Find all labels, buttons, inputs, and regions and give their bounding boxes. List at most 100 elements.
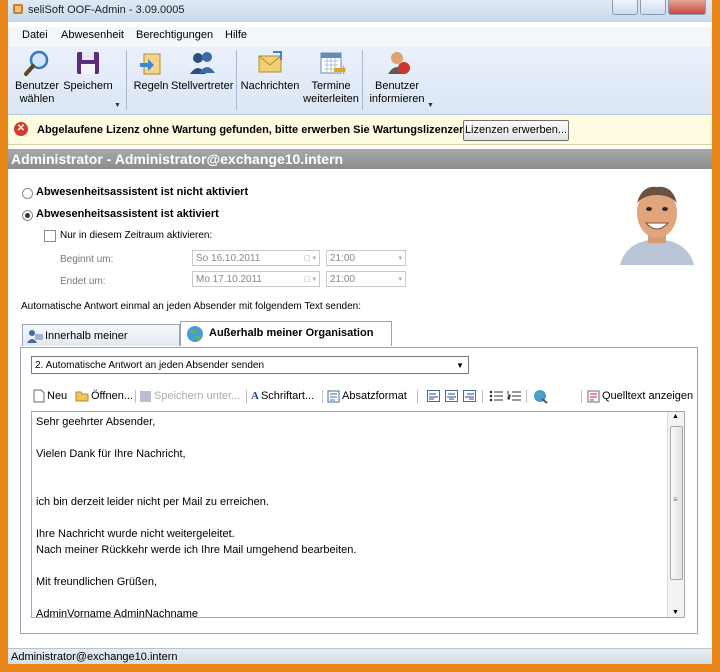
calendar-dropdown-icon: ▢ ▾ bbox=[303, 255, 316, 262]
tab-external[interactable]: Außerhalb meiner Organisation (An) bbox=[180, 321, 392, 361]
scroll-down-icon[interactable]: ▼ bbox=[672, 609, 679, 616]
source-code-icon bbox=[587, 390, 600, 403]
menu-bar: Datei Abwesenheit Berechtigungen Hilfe bbox=[8, 27, 712, 45]
show-source-button[interactable]: Quelltext anzeigen bbox=[587, 388, 693, 404]
deputy-label: Stellvertreter bbox=[171, 80, 234, 92]
app-window: seliSoft OOF-Admin - 3.09.0005 Datei Abw… bbox=[8, 0, 712, 664]
menu-berechtigungen[interactable]: Berechtigungen bbox=[136, 29, 213, 41]
insert-link-icon[interactable] bbox=[533, 389, 548, 404]
rules-label: Regeln bbox=[133, 80, 169, 92]
font-icon: A bbox=[251, 390, 259, 403]
forward-appointments-button[interactable]: Termine weiterleiten bbox=[301, 48, 361, 106]
numbered-list-icon[interactable] bbox=[507, 390, 521, 402]
floppy-disk-icon bbox=[77, 52, 99, 74]
tab-panel-external: 2. Automatische Antwort an jeden Absende… bbox=[20, 347, 698, 634]
paragraph-label: Absatzformat bbox=[342, 390, 407, 402]
rules-button[interactable]: Regeln bbox=[133, 48, 169, 93]
begin-time-value: 21:00 bbox=[330, 253, 356, 264]
license-warning-bar: ✕ Abgelaufene Lizenz ohne Wartung gefund… bbox=[8, 116, 712, 145]
begin-date-field[interactable]: So 16.10.2011 ▢ ▾ bbox=[192, 250, 320, 266]
folder-open-icon bbox=[75, 391, 89, 402]
main-content: Abwesenheitsassistent ist nicht aktivier… bbox=[8, 170, 712, 648]
period-checkbox[interactable] bbox=[44, 230, 56, 242]
save-as-button[interactable]: Speichern unter... bbox=[139, 388, 240, 404]
rules-icon bbox=[140, 53, 161, 75]
radio-inactive-label[interactable]: Abwesenheitsassistent ist nicht aktivier… bbox=[36, 186, 248, 198]
users-icon bbox=[190, 52, 215, 74]
grip-icon: ≡ bbox=[673, 495, 678, 504]
user-select-label-2: wählen bbox=[19, 93, 55, 105]
bullet-list-icon[interactable] bbox=[489, 390, 503, 402]
begin-label: Beginnt um: bbox=[60, 254, 114, 265]
auto-reply-hint: Automatische Antwort einmal an jeden Abs… bbox=[21, 301, 362, 312]
inform-label-2: informieren bbox=[369, 93, 425, 105]
open-button[interactable]: Öffnen... bbox=[75, 388, 133, 404]
reply-mode-select[interactable]: 2. Automatische Antwort an jeden Absende… bbox=[31, 356, 469, 374]
message-editor[interactable]: Sehr geehrter Absender, Vielen Dank für … bbox=[31, 411, 685, 618]
end-date-value: Mo 17.10.2011 bbox=[196, 274, 262, 285]
inform-label-1: Benutzer bbox=[374, 80, 420, 92]
align-right-icon[interactable] bbox=[463, 390, 476, 402]
menu-datei[interactable]: Datei bbox=[22, 29, 48, 41]
app-icon bbox=[13, 4, 23, 14]
toolbar: Benutzer wählen Speichern ▼ Regeln Stell… bbox=[8, 46, 712, 115]
calendar-dropdown-icon: ▢ ▾ bbox=[303, 276, 316, 283]
end-label: Endet um: bbox=[60, 276, 106, 287]
deputy-button[interactable]: Stellvertreter bbox=[171, 48, 233, 93]
status-bar: Administrator@exchange10.intern bbox=[8, 648, 712, 664]
tab-internal[interactable]: Innerhalb meiner Organisation bbox=[22, 324, 180, 364]
menu-hilfe[interactable]: Hilfe bbox=[225, 29, 247, 41]
font-button[interactable]: A Schriftart... bbox=[251, 388, 314, 404]
save-label: Speichern bbox=[63, 80, 113, 92]
save-button[interactable]: Speichern bbox=[63, 48, 113, 93]
user-select-button[interactable]: Benutzer wählen bbox=[14, 48, 60, 106]
chevron-down-icon: ▾ bbox=[398, 276, 402, 283]
toolbar-overflow-icon[interactable]: ▼ bbox=[114, 102, 121, 109]
paragraph-button[interactable]: Absatzformat bbox=[327, 388, 407, 404]
user-inform-icon bbox=[388, 52, 410, 74]
user-select-label-1: Benutzer bbox=[14, 80, 60, 92]
new-button[interactable]: Neu bbox=[33, 388, 67, 404]
users-icon bbox=[27, 330, 43, 343]
title-bar: seliSoft OOF-Admin - 3.09.0005 bbox=[8, 0, 712, 22]
forward-label-2: weiterleiten bbox=[303, 93, 359, 105]
buy-licenses-button[interactable]: Lizenzen erwerben... bbox=[463, 120, 569, 141]
messages-label: Nachrichten bbox=[240, 80, 300, 92]
chevron-down-icon: ▼ bbox=[456, 361, 464, 370]
save-as-label: Speichern unter... bbox=[154, 390, 241, 402]
chevron-down-icon: ▾ bbox=[398, 255, 402, 262]
minimize-button[interactable] bbox=[612, 0, 638, 15]
globe-icon bbox=[187, 326, 203, 342]
inform-user-button[interactable]: Benutzer informieren bbox=[366, 48, 428, 106]
messages-button[interactable]: Nachrichten bbox=[240, 48, 300, 93]
show-source-label: Quelltext anzeigen bbox=[602, 390, 694, 402]
message-body[interactable]: Sehr geehrter Absender, Vielen Dank für … bbox=[36, 414, 356, 617]
radio-inactive[interactable] bbox=[22, 188, 33, 199]
period-checkbox-label[interactable]: Nur in diesem Zeitraum aktivieren: bbox=[60, 230, 212, 241]
begin-time-field[interactable]: 21:00 ▾ bbox=[326, 250, 406, 266]
align-left-icon[interactable] bbox=[427, 390, 440, 402]
begin-date-value: So 16.10.2011 bbox=[196, 253, 261, 264]
close-button[interactable] bbox=[668, 0, 706, 15]
open-label: Öffnen... bbox=[91, 390, 133, 402]
window-title: seliSoft OOF-Admin - 3.09.0005 bbox=[28, 4, 185, 16]
end-date-field[interactable]: Mo 17.10.2011 ▢ ▾ bbox=[192, 271, 320, 287]
radio-active-label[interactable]: Abwesenheitsassistent ist aktiviert bbox=[36, 208, 219, 220]
user-avatar bbox=[620, 179, 694, 265]
scroll-up-icon[interactable]: ▲ bbox=[672, 413, 679, 420]
calendar-icon bbox=[320, 52, 346, 75]
radio-active[interactable] bbox=[22, 210, 33, 221]
scrollbar-thumb[interactable]: ≡ bbox=[670, 426, 683, 580]
menu-abwesenheit[interactable]: Abwesenheit bbox=[61, 29, 124, 41]
new-document-icon bbox=[33, 389, 45, 403]
maximize-button[interactable] bbox=[640, 0, 666, 15]
save-disk-icon bbox=[140, 390, 151, 402]
forward-label-1: Termine bbox=[311, 80, 351, 92]
editor-scrollbar[interactable]: ▲ ≡ ▼ bbox=[667, 412, 684, 617]
inform-dropdown-icon[interactable]: ▼ bbox=[427, 102, 434, 109]
end-time-field[interactable]: 21:00 ▾ bbox=[326, 271, 406, 287]
status-user: Administrator@exchange10.intern bbox=[11, 651, 178, 663]
align-center-icon[interactable] bbox=[445, 390, 458, 402]
new-label: Neu bbox=[47, 390, 68, 402]
end-time-value: 21:00 bbox=[330, 274, 356, 285]
